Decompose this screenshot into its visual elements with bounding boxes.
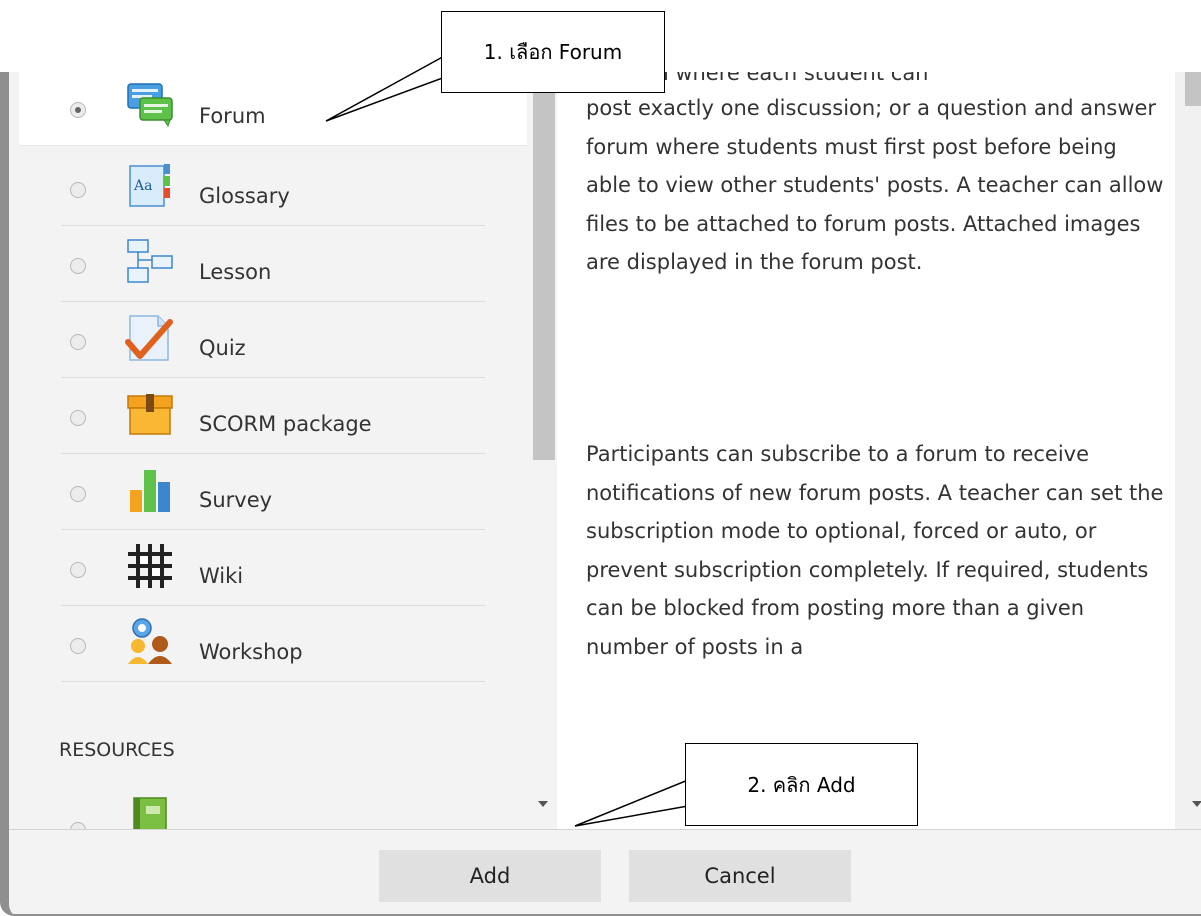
add-button[interactable]: Add <box>379 850 601 902</box>
option-workshop[interactable]: Workshop <box>61 608 485 682</box>
option-survey[interactable]: Survey <box>61 456 485 530</box>
scorm-package-label: SCORM package <box>199 412 372 436</box>
forum-radio[interactable] <box>70 102 86 118</box>
options-scrollbar-thumb[interactable] <box>533 72 555 460</box>
scorm-package-icon <box>127 394 173 435</box>
quiz-radio[interactable] <box>70 334 86 350</box>
description-scrollbar-thumb[interactable] <box>1185 72 1201 106</box>
callout-click-add: 2. คลิก Add <box>685 743 918 826</box>
book-icon <box>133 797 167 829</box>
survey-icon <box>130 470 170 512</box>
description-scroll-down-icon[interactable] <box>1192 801 1201 807</box>
cancel-button[interactable]: Cancel <box>629 850 851 902</box>
description-paragraph-2: Participants can subscribe to a forum to… <box>586 442 1164 659</box>
workshop-radio[interactable] <box>70 638 86 654</box>
workshop-icon <box>128 618 172 664</box>
options-scroll-down-icon[interactable] <box>538 801 548 807</box>
options-scrollbar[interactable] <box>531 72 557 829</box>
lesson-label: Lesson <box>199 260 272 284</box>
scorm-package-radio[interactable] <box>70 410 86 426</box>
option-wiki[interactable]: Wiki <box>61 532 485 606</box>
resources-heading: RESOURCES <box>59 739 175 761</box>
wiki-label: Wiki <box>199 564 244 588</box>
lesson-radio[interactable] <box>70 258 86 274</box>
add-activity-dialog: Forum Aa Glossary Lesson Quiz SCORM pack… <box>0 72 1201 916</box>
description-scrollbar[interactable] <box>1175 72 1201 829</box>
glossary-radio[interactable] <box>70 182 86 198</box>
workshop-label: Workshop <box>199 640 303 664</box>
wiki-radio[interactable] <box>70 562 86 578</box>
option-quiz[interactable]: Quiz <box>61 304 485 378</box>
dialog-footer: Add Cancel <box>9 829 1201 914</box>
glossary-label: Glossary <box>199 184 290 208</box>
lesson-icon <box>127 239 173 283</box>
glossary-icon: Aa <box>129 164 170 207</box>
activity-description: d forum where each student can post exac… <box>557 72 1175 829</box>
forum-icon <box>127 83 173 128</box>
option-glossary[interactable]: Aa Glossary <box>61 152 485 226</box>
wiki-icon <box>128 544 172 588</box>
activity-options-list: Forum Aa Glossary Lesson Quiz SCORM pack… <box>9 72 557 829</box>
option-scorm-package[interactable]: SCORM package <box>61 380 485 454</box>
description-paragraph-1: post exactly one discussion; or a questi… <box>586 96 1164 274</box>
quiz-label: Quiz <box>199 336 246 360</box>
callout-select-forum: 1. เลือก Forum <box>441 11 665 93</box>
option-book[interactable] <box>61 786 485 829</box>
survey-label: Survey <box>199 488 273 512</box>
survey-radio[interactable] <box>70 486 86 502</box>
svg-text:Aa: Aa <box>133 178 152 194</box>
book-radio[interactable] <box>70 822 86 829</box>
quiz-icon <box>125 315 173 361</box>
option-lesson[interactable]: Lesson <box>61 228 485 302</box>
forum-label: Forum <box>199 104 266 128</box>
